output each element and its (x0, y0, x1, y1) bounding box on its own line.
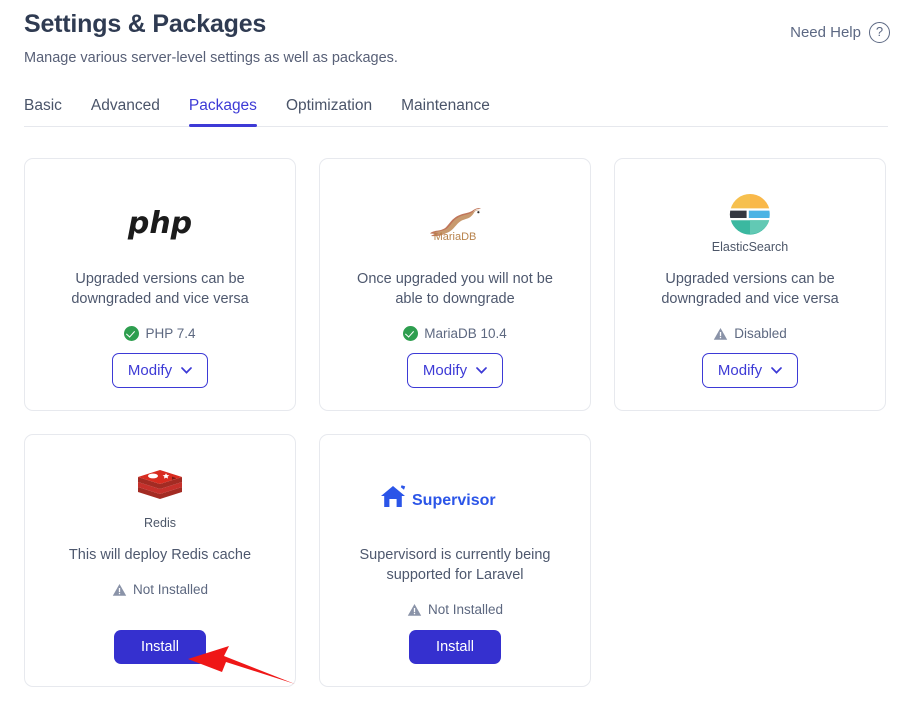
header-text-block: Settings & Packages Manage various serve… (24, 10, 398, 66)
mariadb-logo: MariaDB (424, 179, 486, 265)
package-card-mariadb: MariaDB Once upgraded you will not be ab… (319, 158, 591, 411)
card-action-row: Install (114, 624, 206, 664)
chevron-down-icon (476, 367, 487, 374)
card-action-row: Modify (112, 347, 208, 388)
status-text: Disabled (734, 326, 787, 341)
package-description: Upgraded versions can be downgraded and … (50, 269, 270, 309)
tab-advanced[interactable]: Advanced (91, 97, 160, 126)
modify-button-label: Modify (423, 362, 467, 379)
card-action-row: Modify (407, 347, 503, 388)
logo-label: Redis (144, 516, 176, 530)
package-description: Supervisord is currently being supported… (345, 545, 565, 585)
svg-text:Supervisor: Supervisor (412, 492, 496, 509)
settings-packages-page: Settings & Packages Manage various serve… (0, 0, 914, 713)
package-description: Once upgraded you will not be able to do… (345, 269, 565, 309)
logo-label: ElasticSearch (712, 240, 788, 254)
redis-logo-icon (135, 467, 185, 513)
status-text: MariaDB 10.4 (424, 326, 507, 341)
modify-button[interactable]: Modify (407, 353, 503, 388)
svg-text:MariaDB: MariaDB (434, 231, 477, 242)
card-action-row: Install (409, 624, 501, 664)
package-card-php: php Upgraded versions can be downgraded … (24, 158, 296, 411)
package-card-redis: Redis This will deploy Redis cache Not I… (24, 434, 296, 687)
package-description: Upgraded versions can be downgraded and … (640, 269, 860, 309)
modify-button-label: Modify (128, 362, 172, 379)
svg-text:php: php (127, 206, 192, 241)
warning-triangle-icon (407, 603, 422, 617)
mariadb-logo-icon: MariaDB (424, 202, 486, 242)
package-card-supervisor: Supervisor Supervisord is currently bein… (319, 434, 591, 687)
page-header: Settings & Packages Manage various serve… (24, 0, 890, 66)
modify-button-label: Modify (718, 362, 762, 379)
packages-grid: php Upgraded versions can be downgraded … (24, 158, 890, 687)
status-text: PHP 7.4 (145, 326, 195, 341)
chevron-down-icon (771, 367, 782, 374)
php-logo-icon: php (123, 202, 197, 242)
chevron-down-icon (181, 367, 192, 374)
package-status: Disabled (713, 326, 787, 341)
supervisor-logo-icon: Supervisor (379, 483, 531, 513)
card-action-row: Modify (702, 347, 798, 388)
package-card-elasticsearch: ElasticSearch Upgraded versions can be d… (614, 158, 886, 411)
modify-button[interactable]: Modify (112, 353, 208, 388)
elasticsearch-logo-icon (727, 191, 773, 237)
need-help-label: Need Help (790, 24, 861, 41)
tab-basic[interactable]: Basic (24, 97, 62, 126)
package-status: Not Installed (407, 602, 503, 617)
redis-logo: Redis (135, 455, 185, 541)
page-title: Settings & Packages (24, 10, 398, 39)
page-subtitle: Manage various server-level settings as … (24, 50, 398, 66)
warning-triangle-icon (112, 583, 127, 597)
settings-tabs: Basic Advanced Packages Optimization Mai… (24, 97, 890, 126)
tab-optimization[interactable]: Optimization (286, 97, 372, 126)
install-button[interactable]: Install (409, 630, 501, 664)
elasticsearch-logo: ElasticSearch (712, 179, 788, 265)
package-status: MariaDB 10.4 (403, 326, 507, 341)
status-text: Not Installed (428, 602, 503, 617)
tabs-divider (24, 126, 888, 127)
install-button[interactable]: Install (114, 630, 206, 664)
question-circle-icon[interactable]: ? (869, 22, 890, 43)
package-status: Not Installed (112, 582, 208, 597)
need-help-link[interactable]: Need Help ? (790, 22, 890, 43)
warning-triangle-icon (713, 327, 728, 341)
php-logo: php (123, 179, 197, 265)
modify-button[interactable]: Modify (702, 353, 798, 388)
tab-maintenance[interactable]: Maintenance (401, 97, 490, 126)
package-description: This will deploy Redis cache (69, 545, 251, 565)
check-circle-icon (403, 326, 418, 341)
supervisor-logo: Supervisor (379, 455, 531, 541)
status-text: Not Installed (133, 582, 208, 597)
tab-packages[interactable]: Packages (189, 97, 257, 126)
package-status: PHP 7.4 (124, 326, 195, 341)
check-circle-icon (124, 326, 139, 341)
